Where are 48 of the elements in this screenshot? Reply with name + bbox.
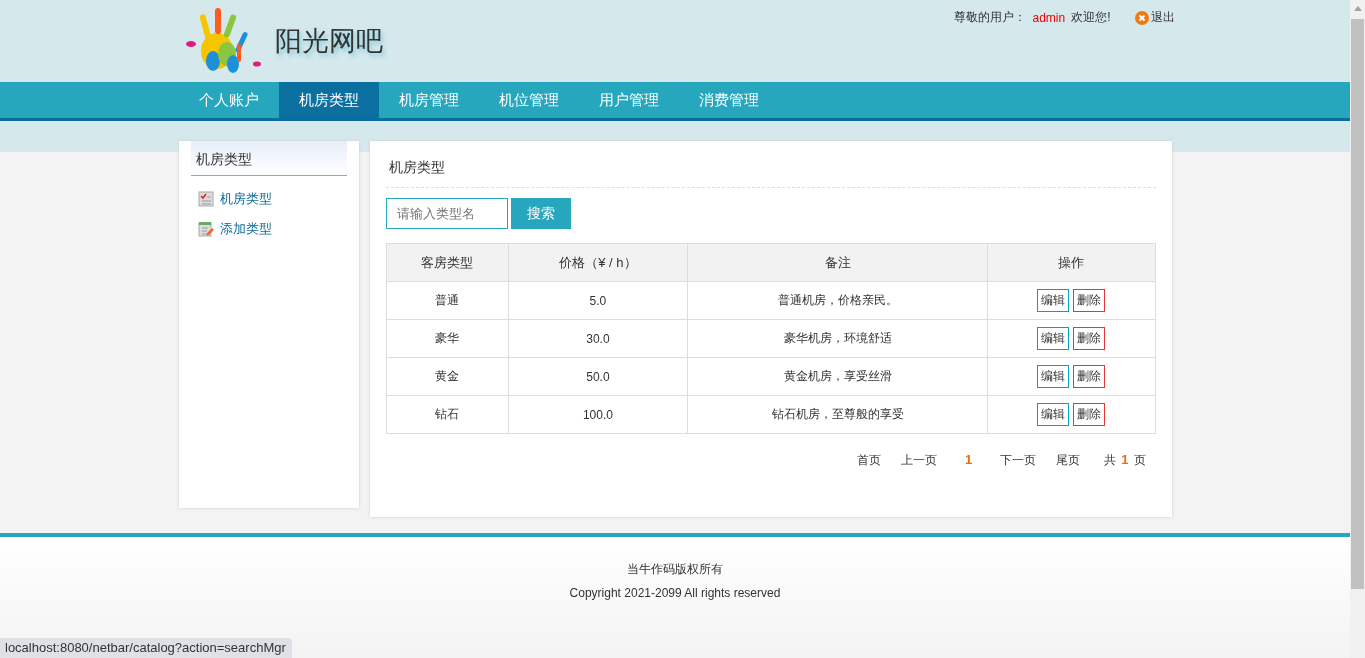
column-header: 操作	[987, 243, 1155, 282]
table-cell: 钻石机房，至尊般的享受	[687, 395, 988, 434]
edit-button[interactable]: 编辑	[1037, 327, 1070, 350]
pagination-link[interactable]: 下一页	[1000, 452, 1037, 469]
column-header: 备注	[687, 243, 988, 282]
pagination-link[interactable]: 尾页	[1056, 452, 1081, 469]
edit-button[interactable]: 编辑	[1037, 365, 1070, 388]
logout-link[interactable]: 退出	[1134, 9, 1175, 26]
sidebar-title: 机房类型	[190, 141, 347, 176]
edit-button[interactable]: 编辑	[1037, 289, 1070, 312]
content-title: 机房类型	[385, 141, 1156, 188]
welcome-text: 欢迎您!	[1071, 9, 1111, 26]
footer-text: 当牛作码版权所有	[626, 561, 724, 578]
close-icon	[1134, 10, 1149, 25]
sidebar-item[interactable]: 机房类型	[197, 190, 340, 208]
total-pages-count: 1	[1121, 452, 1129, 469]
notepad-pencil-icon	[197, 221, 214, 237]
delete-button[interactable]: 删除	[1073, 289, 1106, 312]
status-bar-url: localhost:8080/netbar/catalog?action=searchMgr	[0, 638, 292, 658]
pagination-link[interactable]: 上一页	[901, 452, 938, 469]
checklist-icon	[197, 191, 214, 207]
table-cell: 普通机房，价格亲民。	[687, 281, 988, 320]
column-header: 客房类型	[386, 243, 509, 282]
delete-button[interactable]: 删除	[1073, 327, 1106, 350]
table-cell: 豪华	[386, 319, 509, 358]
site-name: 阳光网吧	[274, 25, 383, 58]
username: admin	[1032, 10, 1066, 25]
table-cell: 普通	[386, 281, 509, 320]
nav-tab[interactable]: 机房类型	[278, 82, 379, 118]
greeting-label: 尊敬的用户：	[954, 9, 1027, 26]
table-cell: 钻石	[386, 395, 509, 434]
table-cell: 5.0	[508, 281, 688, 320]
table-cell: 黄金	[386, 357, 509, 396]
total-pages-unit: 页	[1133, 452, 1146, 469]
column-header: 价格（¥ / h）	[508, 243, 688, 282]
search-field[interactable]: 请输入类型名	[385, 198, 508, 229]
table-cell: 30.0	[508, 319, 688, 358]
table-cell: 黄金机房，享受丝滑	[687, 357, 988, 396]
delete-button[interactable]: 删除	[1073, 365, 1106, 388]
table-cell: 100.0	[508, 395, 688, 434]
footer-text: Copyright 2021-2099 All rights reserved	[568, 586, 782, 600]
total-pages-label: 共	[1104, 452, 1117, 469]
table-cell: 豪华机房，环境舒适	[687, 319, 988, 358]
delete-button[interactable]: 删除	[1073, 403, 1106, 426]
edit-button[interactable]: 编辑	[1037, 403, 1070, 426]
table-cell: 50.0	[508, 357, 688, 396]
pagination-link[interactable]: 首页	[857, 452, 882, 469]
sidebar-item[interactable]: 添加类型	[197, 220, 340, 238]
